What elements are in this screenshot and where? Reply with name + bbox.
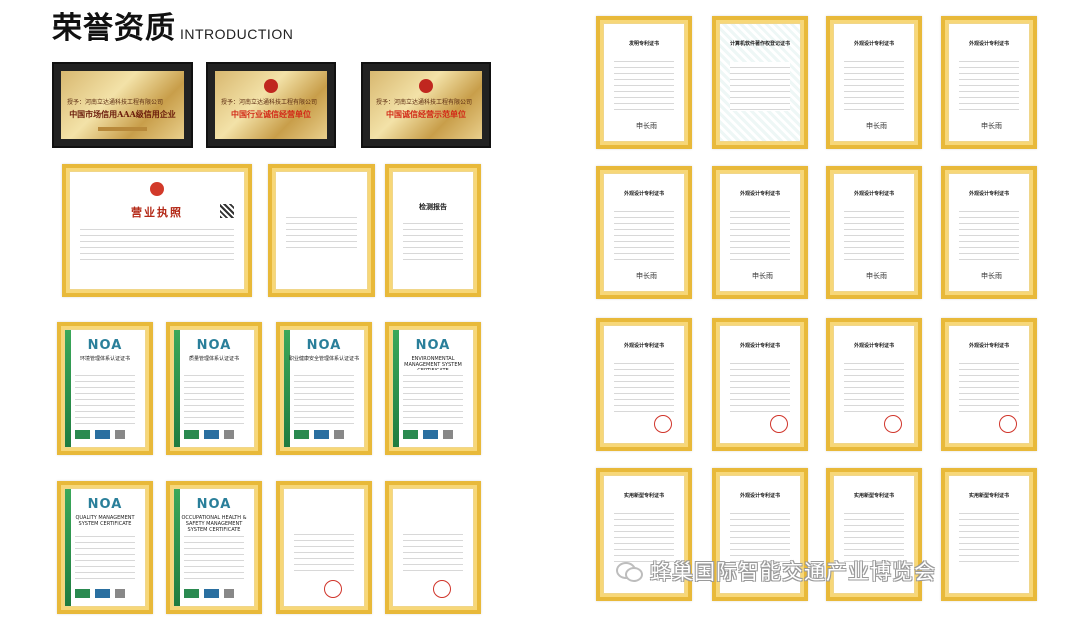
red-stamp-icon <box>884 415 902 433</box>
accreditation-marks-icon <box>294 430 344 439</box>
noa-logo: NOA <box>196 338 232 353</box>
noa-logo: NOA <box>87 497 123 512</box>
patent-invention-card[interactable]: 发明专利证书 申长雨 <box>596 16 692 149</box>
seal-icon <box>264 79 278 93</box>
certificate-card[interactable] <box>385 481 481 614</box>
patent-design-card[interactable]: 外观设计专利证书 申长雨 <box>941 166 1037 299</box>
red-stamp-icon <box>999 415 1017 433</box>
accreditation-marks-icon <box>403 430 453 439</box>
plaque-integrity-demo[interactable]: 授予：河南立达通科技工程有限公司 中国诚信经营示范单位 <box>361 62 491 148</box>
patent-design-card[interactable]: 外观设计专利证书 申长雨 <box>596 166 692 299</box>
wechat-watermark: 蜂巢国际智能交通产业博览会 <box>616 556 936 586</box>
section-title: 荣誉资质 INTRODUCTION <box>52 12 293 46</box>
noa-logo: NOA <box>415 338 451 353</box>
noa-quality-cert[interactable]: NOA 质量管理体系认证证书 <box>166 322 262 455</box>
noa-environmental-cert[interactable]: NOA 环境管理体系认证证书 <box>57 322 153 455</box>
watermark-text: 蜂巢国际智能交通产业博览会 <box>650 560 936 584</box>
accreditation-marks-icon <box>75 589 125 598</box>
red-stamp-icon <box>654 415 672 433</box>
title-english: INTRODUCTION <box>180 26 294 42</box>
noa-quality-cert-en[interactable]: NOA QUALITY MANAGEMENT SYSTEM CERTIFICAT… <box>57 481 153 614</box>
plaque-industry-integrity[interactable]: 授予：河南立达通科技工程有限公司 中国行业诚信经营单位 <box>206 62 336 148</box>
patent-design-card[interactable]: 外观设计专利证书 <box>712 318 808 451</box>
business-license-card[interactable]: 营业执照 <box>62 164 252 297</box>
noa-ohs-cert-en[interactable]: NOA OCCUPATIONAL HEALTH & SAFETY MANAGEM… <box>166 481 262 614</box>
plaque-aaa-credit[interactable]: 授予：河南立达通科技工程有限公司 中国市场信用AAA级信用企业 <box>52 62 193 148</box>
patent-design-card[interactable]: 外观设计专利证书 申长雨 <box>826 166 922 299</box>
accreditation-marks-icon <box>184 430 234 439</box>
software-copyright-card[interactable]: 计算机软件著作权登记证书 <box>712 16 808 149</box>
national-emblem-icon <box>150 182 164 196</box>
qr-code-icon <box>220 204 234 218</box>
seal-icon <box>419 79 433 93</box>
noa-ohs-cert[interactable]: NOA 职业健康安全管理体系认证证书 <box>276 322 372 455</box>
test-report-card[interactable]: 检测报告 <box>385 164 481 297</box>
red-stamp-icon <box>433 580 451 598</box>
accreditation-marks-icon <box>75 430 125 439</box>
patent-design-card[interactable]: 外观设计专利证书 <box>596 318 692 451</box>
patent-design-card[interactable]: 外观设计专利证书 申长雨 <box>941 16 1037 149</box>
red-stamp-icon <box>324 580 342 598</box>
red-stamp-icon <box>770 415 788 433</box>
accreditation-marks-icon <box>184 589 234 598</box>
noa-logo: NOA <box>306 338 342 353</box>
noa-environmental-cert-en[interactable]: NOA ENVIRONMENTAL MANAGEMENT SYSTEM CERT… <box>385 322 481 455</box>
noa-logo: NOA <box>196 497 232 512</box>
patent-design-card[interactable]: 外观设计专利证书 <box>941 318 1037 451</box>
patent-design-card[interactable]: 外观设计专利证书 申长雨 <box>826 16 922 149</box>
certificate-card[interactable] <box>268 164 375 297</box>
certificate-card[interactable] <box>276 481 372 614</box>
noa-logo: NOA <box>87 338 123 353</box>
title-chinese: 荣誉资质 <box>52 11 176 46</box>
patent-utility-card[interactable]: 实用新型专利证书 <box>941 468 1037 601</box>
patent-design-card[interactable]: 外观设计专利证书 <box>826 318 922 451</box>
patent-design-card[interactable]: 外观设计专利证书 申长雨 <box>712 166 808 299</box>
wechat-icon <box>616 560 643 582</box>
